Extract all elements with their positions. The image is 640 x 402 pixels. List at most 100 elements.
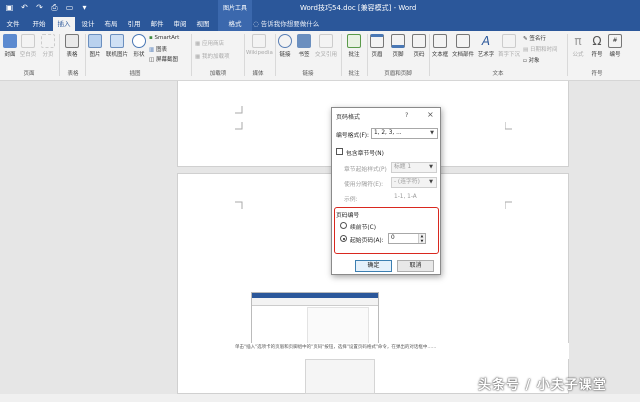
embedded-caption: 单击"插入"选项卡的页眉和页脚组中的"页码"按钮，选择"设置页码格式"命令，在弹… (235, 345, 437, 350)
separator (429, 34, 430, 76)
new-comment-button[interactable]: 批注 (345, 34, 363, 58)
tab-layout[interactable]: 布局 (100, 17, 122, 31)
symbol-button[interactable]: Ω 符号 (589, 34, 605, 58)
date-time-label: 日期和时间 (529, 47, 558, 53)
dropcap-label: 首字下沉 (498, 52, 521, 58)
separator-label: 使用分隔符(E): (344, 182, 384, 188)
equation-button[interactable]: π 公式 (570, 34, 586, 58)
tab-home[interactable]: 开始 (28, 17, 50, 31)
chevron-down-icon: ▼ (430, 130, 434, 136)
comment-icon (347, 34, 361, 48)
margin-corner-marker (505, 122, 512, 130)
ok-button[interactable]: 确定 (355, 260, 392, 272)
tab-format[interactable]: 格式 (218, 17, 252, 31)
table-icon (65, 34, 79, 48)
quick-parts-button[interactable]: 文档部件 (452, 34, 474, 58)
wordart-button[interactable]: A 艺术字 (476, 34, 496, 58)
tab-review[interactable]: 审阅 (169, 17, 191, 31)
smartart-button[interactable]: ▪ SmartArt (149, 35, 179, 41)
blank-page-button[interactable]: 空白页 (19, 34, 37, 58)
tell-me-box[interactable]: ◌ 告诉我你想要做什么 (253, 17, 319, 31)
page-number-icon (412, 34, 426, 48)
link-icon (278, 34, 292, 48)
quick-access-toolbar: ▣ ↶ ↷ ⎙ ▭ ▾ (4, 2, 90, 13)
file-icon[interactable]: ▭ (64, 2, 75, 13)
signature-line-button[interactable]: ✎ 签名行 (523, 34, 546, 42)
my-addins-button[interactable]: ▦ 我的加载项 (195, 52, 229, 60)
chapter-style-label: 章节起始样式(P) (344, 167, 387, 173)
tab-design[interactable]: 设计 (77, 17, 99, 31)
document-text-line: 单击"插入"选项卡的页眉和页脚组中的"页码"按钮，选择"设置页码格式"命令，在弹… (235, 343, 569, 359)
separator (244, 34, 245, 76)
signature-line-label: 签名行 (529, 36, 546, 42)
chevron-down-icon: ▼ (429, 179, 433, 185)
margin-corner-marker (505, 201, 512, 209)
header-label: 页眉 (371, 52, 383, 58)
cancel-button[interactable]: 取消 (397, 260, 434, 272)
help-button[interactable]: ? (405, 111, 408, 119)
footer-label: 页脚 (392, 52, 404, 58)
quick-parts-icon (456, 34, 470, 48)
examples-value: 1-1, 1-A (394, 194, 417, 200)
shapes-button[interactable]: 形状 (131, 34, 147, 58)
separator (341, 34, 342, 76)
undo-icon[interactable]: ↶ (19, 2, 30, 13)
shapes-icon (132, 34, 146, 48)
wordart-label: 艺术字 (477, 52, 495, 58)
embedded-image (305, 359, 375, 394)
number-format-select[interactable]: 1, 2, 3, ... ▼ (371, 128, 438, 139)
screenshot-button[interactable]: ◫ 屏幕截图 (149, 55, 178, 63)
print-preview-icon[interactable]: ⎙ (49, 2, 60, 13)
separator-select[interactable]: - (连字符) ▼ (391, 177, 437, 188)
margin-corner-marker (235, 201, 243, 209)
link-label: 链接 (279, 52, 291, 58)
dropcap-button[interactable]: 首字下沉 (498, 34, 520, 58)
separator (567, 34, 568, 76)
addins-icon: ▦ (195, 54, 202, 60)
chapter-style-select[interactable]: 标题 1 ▼ (391, 162, 437, 173)
page-number-button[interactable]: 页码 (412, 34, 426, 58)
footer-button[interactable]: 页脚 (391, 34, 405, 58)
header-icon (370, 34, 384, 48)
date-time-button[interactable]: ▤ 日期和时间 (523, 45, 557, 53)
tab-insert[interactable]: 插入 (53, 17, 75, 31)
header-button[interactable]: 页眉 (370, 34, 384, 58)
tab-references[interactable]: 引用 (123, 17, 145, 31)
group-comments: 批注 (348, 71, 360, 77)
include-chapter-checkbox[interactable] (336, 148, 343, 155)
chapter-style-value: 标题 1 (394, 164, 412, 170)
cross-reference-icon (319, 34, 333, 48)
tab-view[interactable]: 视图 (192, 17, 214, 31)
customize-icon[interactable]: ▾ (79, 2, 90, 13)
number-button[interactable]: # 编号 (607, 34, 623, 58)
tab-mailings[interactable]: 邮件 (146, 17, 168, 31)
chart-button[interactable]: ▥ 图表 (149, 45, 167, 53)
bookmark-button[interactable]: 书签 (297, 34, 311, 58)
group-links: 链接 (302, 71, 314, 77)
page-break-button[interactable]: 分页 (40, 34, 56, 58)
textbox-button[interactable]: 文本框 (431, 34, 449, 58)
redo-icon[interactable]: ↷ (34, 2, 45, 13)
store-icon: ▦ (195, 41, 202, 47)
link-button[interactable]: 链接 (278, 34, 292, 58)
chart-label: 图表 (155, 47, 167, 53)
table-button[interactable]: 表格 (62, 34, 82, 58)
online-picture-button[interactable]: 联机图片 (105, 34, 129, 58)
dropcap-icon (502, 34, 516, 48)
cover-page-button[interactable]: 封面 (3, 34, 17, 58)
online-picture-icon (110, 34, 124, 48)
picture-tools-label: 图片工具 (218, 0, 252, 17)
wikipedia-icon (252, 34, 266, 48)
object-button[interactable]: ▫ 对象 (523, 56, 540, 64)
include-chapter-label: 包含章节号(N) (346, 151, 384, 157)
picture-button[interactable]: 图片 (87, 34, 103, 58)
page-number-label: 页码 (413, 52, 425, 58)
margin-corner-marker (235, 106, 243, 114)
tab-file[interactable]: 文件 (2, 17, 24, 31)
cross-reference-button[interactable]: 交叉引用 (313, 34, 339, 58)
wikipedia-button[interactable]: Wikipedia (246, 34, 273, 56)
embedded-ribbon (252, 298, 378, 306)
store-button[interactable]: ▦ 应用商店 (195, 39, 224, 47)
save-icon[interactable]: ▣ (4, 2, 15, 13)
close-icon[interactable]: × (427, 110, 434, 119)
